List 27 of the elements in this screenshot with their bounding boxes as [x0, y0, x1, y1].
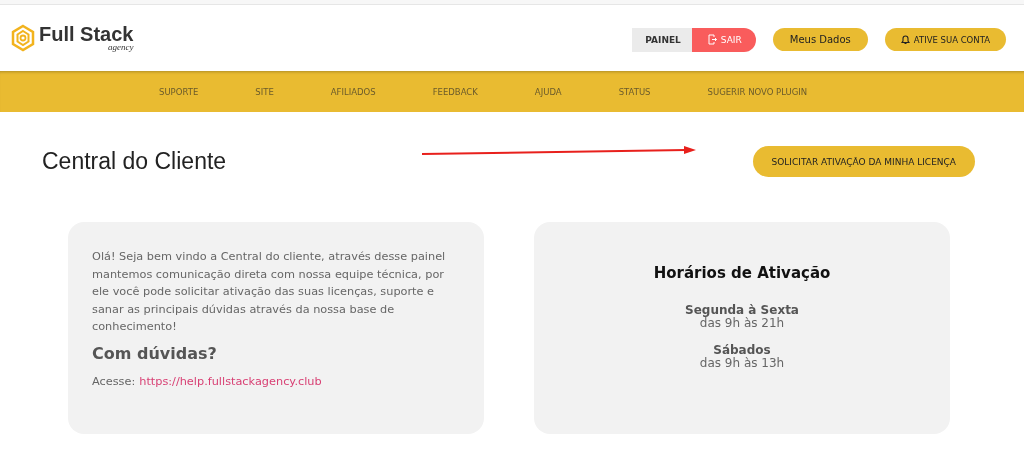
- panel-button[interactable]: PAINEL: [632, 27, 692, 52]
- my-data-button[interactable]: Meus Dados: [772, 28, 868, 51]
- nav-link[interactable]: SUPORTE: [159, 86, 199, 97]
- schedule-hours: das 9h às 13h: [699, 357, 785, 370]
- nav-link[interactable]: AJUDA: [534, 86, 562, 97]
- schedule-days: Sábados: [713, 344, 771, 357]
- logo-name: Full Stack: [39, 24, 134, 44]
- nav-link[interactable]: AFILIADOS: [330, 86, 376, 97]
- schedule-days: Segunda à Sexta: [685, 304, 799, 317]
- page-title: Central do Cliente: [42, 148, 227, 175]
- logo-tagline: agency: [108, 43, 134, 52]
- link-label: Acesse:: [92, 374, 136, 388]
- logout-icon: [707, 34, 717, 45]
- request-activation-button[interactable]: SOLICITAR ATIVAÇÃO DA MINHA LICENÇA: [752, 146, 975, 177]
- nav-link[interactable]: STATUS: [618, 86, 651, 97]
- help-link[interactable]: https://help.fullstackagency.club: [139, 374, 322, 388]
- nav-link[interactable]: SUGERIR NOVO PLUGIN: [707, 86, 808, 97]
- hexagon-logo-icon: [10, 24, 36, 52]
- nav-link[interactable]: FEEDBACK: [432, 86, 478, 97]
- schedule-hours: das 9h às 21h: [699, 317, 785, 330]
- nav-link[interactable]: SITE: [255, 86, 274, 97]
- help-heading: Com dúvidas?: [92, 343, 218, 363]
- hours-title: Horários de Ativação: [653, 264, 831, 282]
- logout-button[interactable]: SAIR: [691, 27, 756, 52]
- bell-icon: [900, 34, 910, 45]
- welcome-text: Olá! Seja bem vindo a Central do cliente, através desse painel mantemos comunicação direta com nossa equipe técnica, por ele você pode solicitar ativação das suas licenças, suporte e sanar as principais dúvidas através da nossa base de conhecimento!: [92, 249, 447, 335]
- activate-account-button[interactable]: ATIVE SUA CONTA: [884, 28, 1006, 51]
